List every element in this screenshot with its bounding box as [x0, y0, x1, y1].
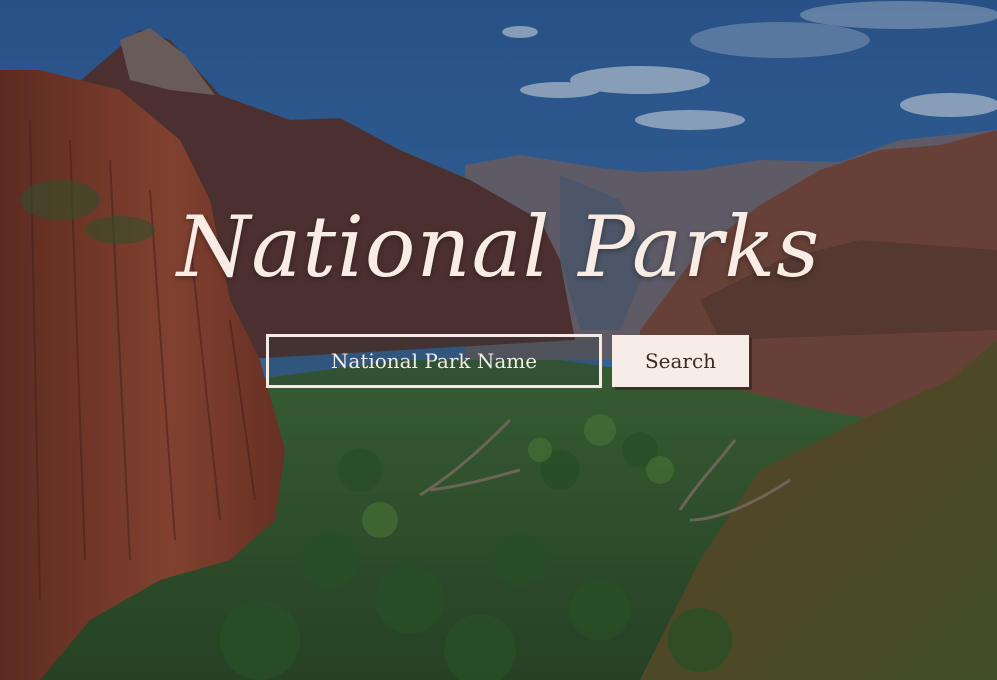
- hero-section: National Parks Search: [0, 0, 997, 680]
- search-button[interactable]: Search: [612, 335, 749, 387]
- search-form: Search: [266, 333, 749, 389]
- park-name-search-input[interactable]: [266, 334, 602, 388]
- page-title: National Parks: [176, 198, 821, 296]
